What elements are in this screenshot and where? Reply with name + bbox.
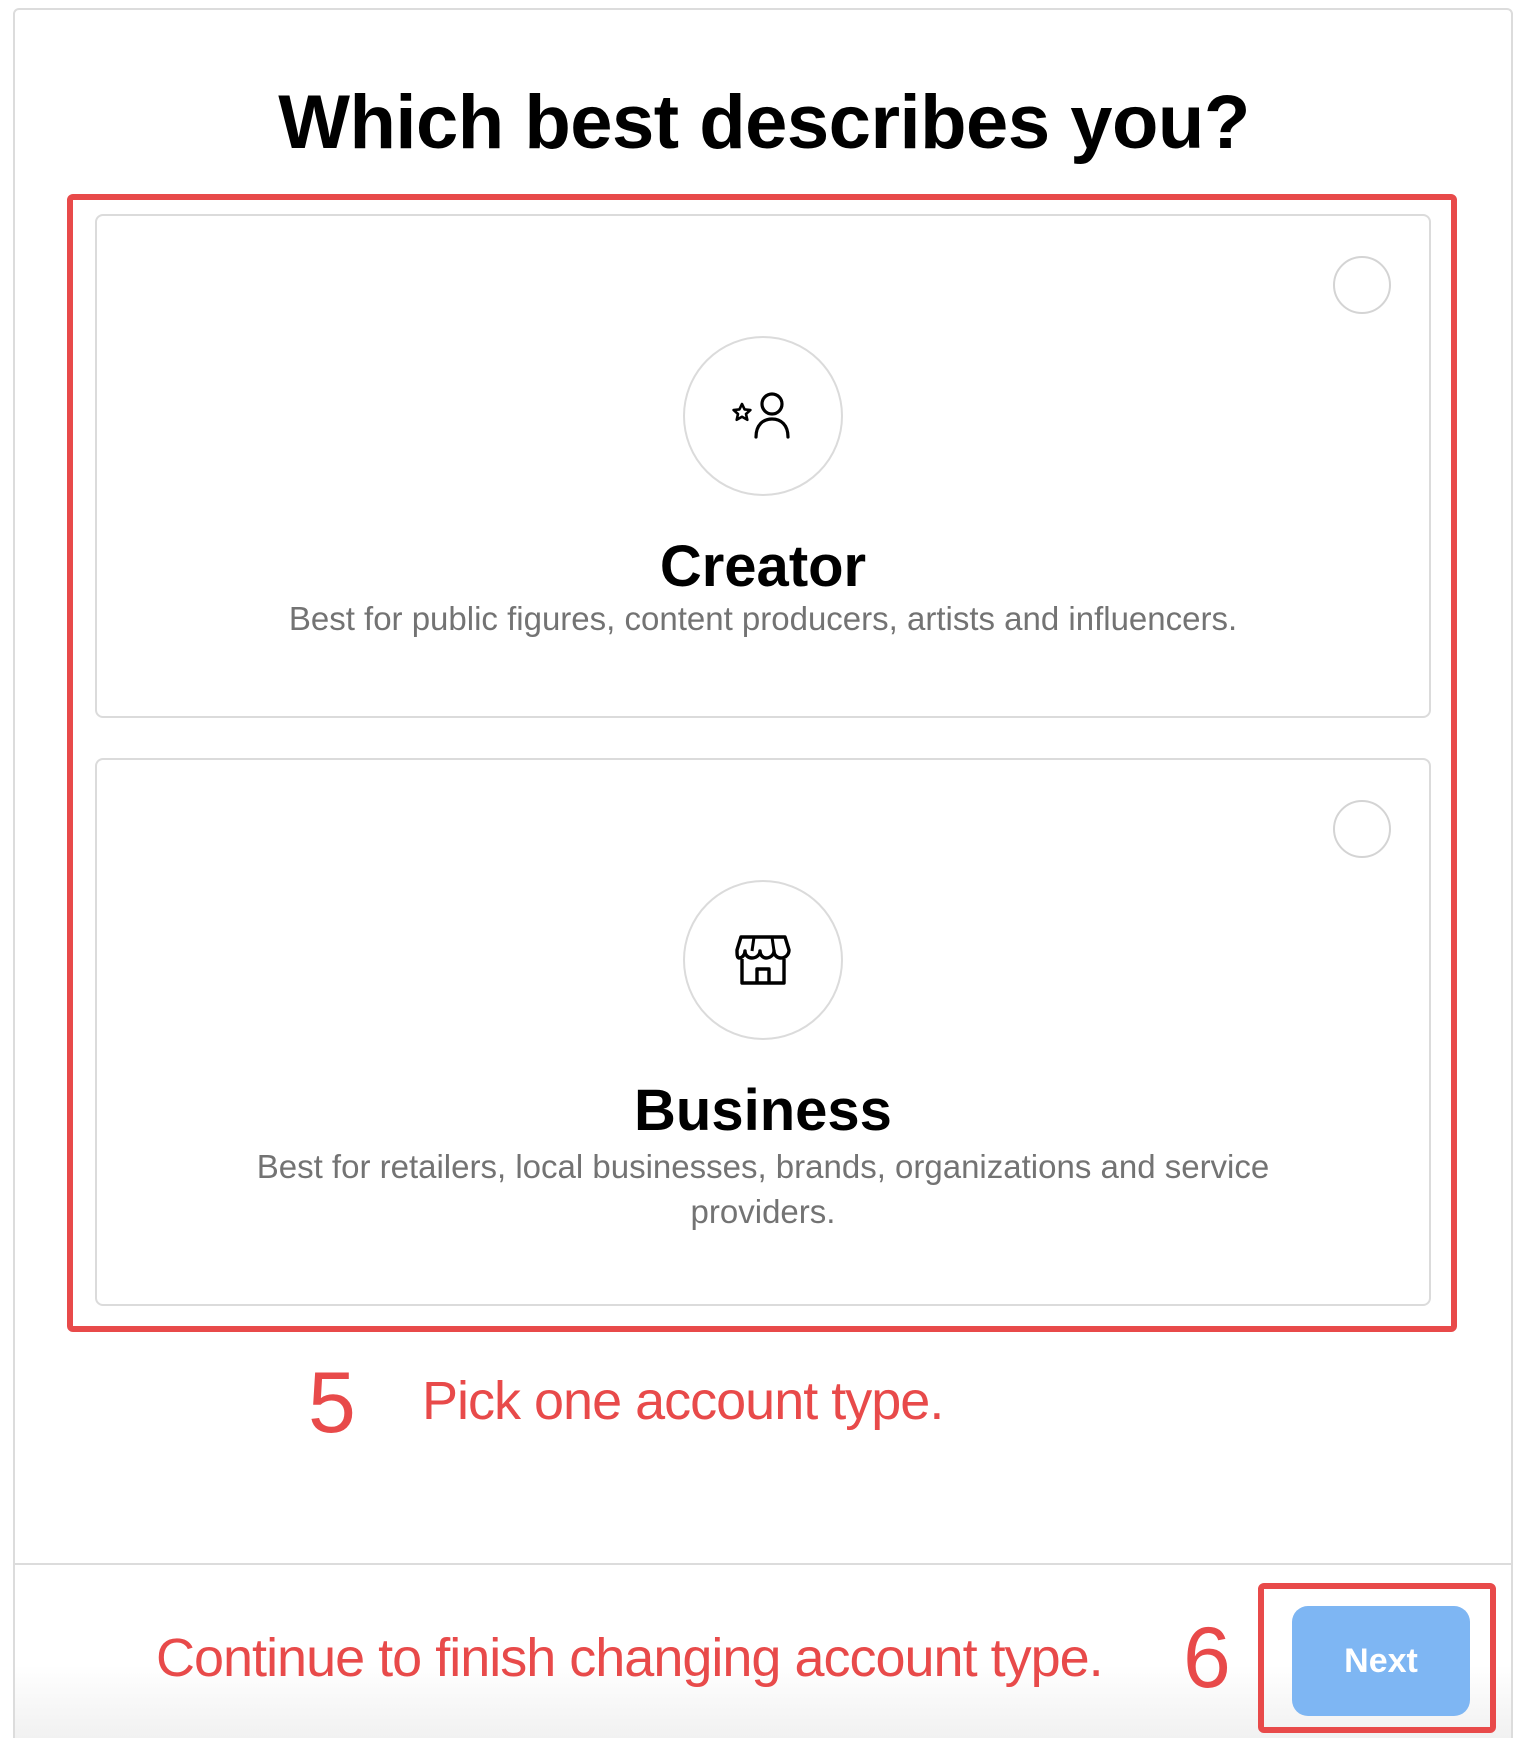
footer-divider	[13, 1563, 1513, 1565]
option-description-creator: Best for public figures, content produce…	[288, 600, 1238, 637]
creator-radio-button[interactable]	[1333, 256, 1391, 314]
account-type-page: Which best describes you? Creator Best f…	[0, 0, 1528, 1738]
annotation-step-6-text: Continue to finish changing account type…	[156, 1628, 1104, 1688]
page-title: Which best describes you?	[278, 80, 1250, 165]
option-card-business[interactable]: Business Best for retailers, local busin…	[95, 758, 1431, 1306]
business-radio-button[interactable]	[1333, 800, 1391, 858]
storefront-icon	[735, 935, 791, 985]
option-title-creator: Creator	[659, 534, 867, 599]
annotation-step-5-text: Pick one account type.	[422, 1371, 944, 1431]
business-icon-circle	[683, 880, 843, 1040]
creator-icon-circle	[683, 336, 843, 496]
option-title-business: Business	[634, 1078, 892, 1143]
annotation-step-6-number: 6	[1183, 1610, 1231, 1706]
creator-star-person-icon	[732, 392, 790, 439]
option-card-creator[interactable]: Creator Best for public figures, content…	[95, 214, 1431, 718]
next-button[interactable]: Next	[1292, 1606, 1470, 1716]
annotation-step-5-number: 5	[308, 1355, 356, 1451]
option-description-business: Best for retailers, local businesses, br…	[256, 1148, 1270, 1230]
